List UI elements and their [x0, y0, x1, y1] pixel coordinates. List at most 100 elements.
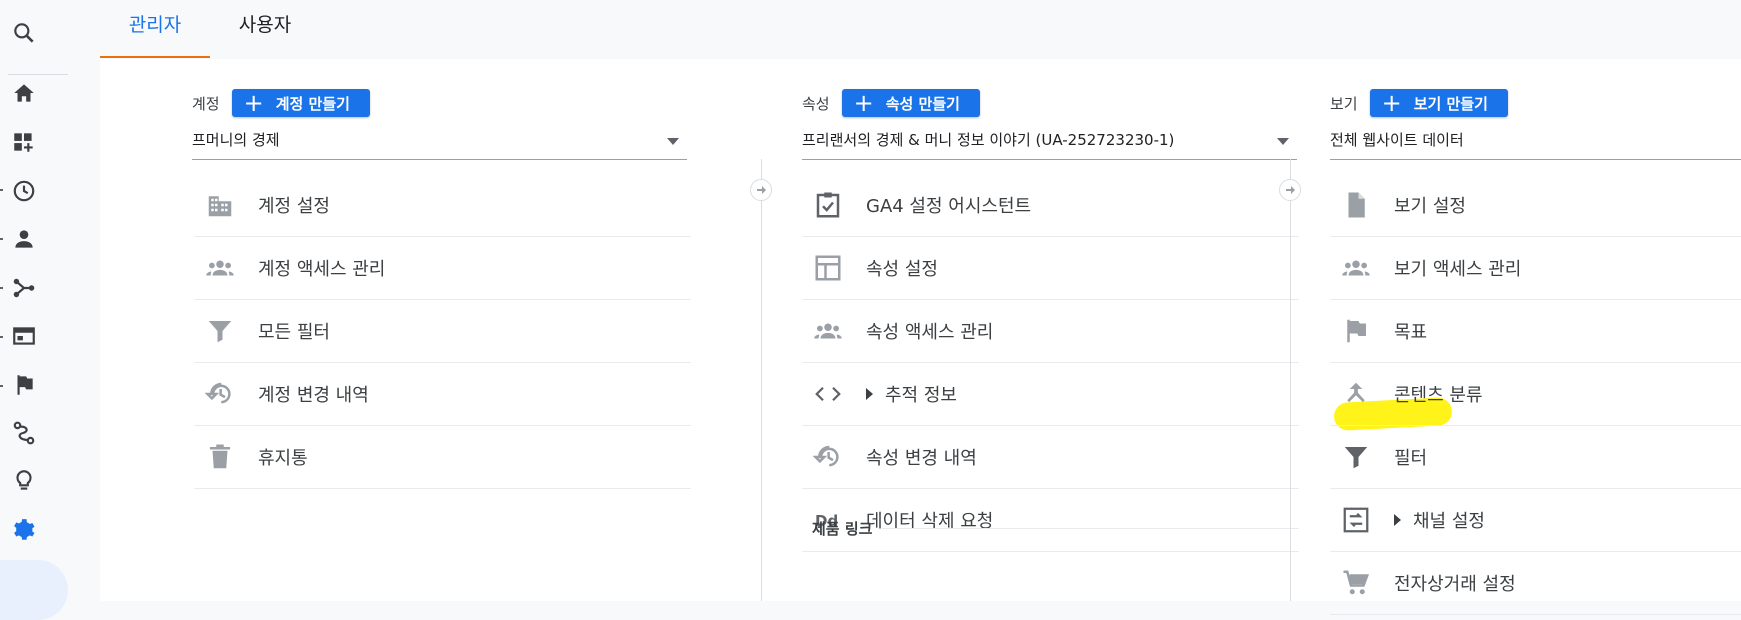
share-icon[interactable] [11, 275, 37, 301]
document-icon [1338, 187, 1374, 223]
view-header: 보기 + 보기 만들기 [1330, 89, 1508, 117]
product-links-heading: 제품 링크 [812, 520, 873, 538]
rail-indicator [0, 238, 3, 240]
view-menu: 보기 설정 보기 액세스 관리 목표 콘텐츠 분류 필터 채널 설정 전자상거래… [1330, 174, 1741, 615]
rail-indicator [0, 287, 3, 289]
tracking-info-item[interactable]: 추적 정보 [802, 363, 1299, 426]
item-label: 계정 변경 내역 [258, 385, 369, 406]
expand-triangle-icon[interactable] [1394, 514, 1401, 526]
route-icon[interactable] [11, 420, 37, 446]
person-icon[interactable] [11, 226, 37, 252]
column-divider [1290, 159, 1291, 601]
view-access-item[interactable]: 보기 액세스 관리 [1330, 237, 1741, 300]
view-settings-item[interactable]: 보기 설정 [1330, 174, 1741, 237]
account-label: 계정 [192, 94, 220, 113]
item-label: 속성 액세스 관리 [866, 322, 994, 343]
filter-icon [202, 313, 238, 349]
gear-icon[interactable] [10, 517, 36, 543]
ecommerce-settings-item[interactable]: 전자상거래 설정 [1330, 552, 1741, 615]
property-history-item[interactable]: 속성 변경 내역 [802, 426, 1299, 489]
item-label: 전자상거래 설정 [1394, 574, 1516, 595]
item-label: 계정 액세스 관리 [258, 259, 386, 280]
filters-item[interactable]: 필터 [1330, 426, 1741, 489]
all-filters-item[interactable]: 모든 필터 [194, 300, 691, 363]
item-label: 추적 정보 [885, 385, 957, 406]
dropdown-caret-icon [1277, 138, 1289, 145]
account-access-item[interactable]: 계정 액세스 관리 [194, 237, 691, 300]
ga4-setup-assistant-item[interactable]: GA4 설정 어시스턴트 [802, 174, 1299, 237]
merge-icon [1338, 376, 1374, 412]
people-icon [810, 313, 846, 349]
view-label: 보기 [1330, 94, 1358, 113]
trash-item[interactable]: 휴지통 [194, 426, 691, 489]
create-account-label: 계정 만들기 [275, 94, 350, 113]
people-icon [1338, 250, 1374, 286]
plus-icon: + [1381, 89, 1402, 117]
dropdown-caret-icon [667, 138, 679, 145]
content-grouping-item[interactable]: 콘텐츠 분류 [1330, 363, 1741, 426]
tab-user[interactable]: 사용자 [210, 0, 320, 58]
history-icon [202, 376, 238, 412]
trash-icon [202, 439, 238, 475]
expand-triangle-icon[interactable] [866, 388, 873, 400]
arrow-right-icon [750, 179, 772, 201]
flag-icon [1338, 313, 1374, 349]
rail-indicator [0, 336, 3, 338]
tab-admin[interactable]: 관리자 [100, 0, 210, 58]
column-divider [761, 159, 762, 601]
search-icon[interactable] [11, 20, 37, 46]
tab-label: 관리자 [128, 14, 182, 36]
item-label: 휴지통 [258, 448, 308, 469]
property-selected-value: 프리랜서의 경제 & 머니 정보 이야기 (UA-252723230-1) [802, 131, 1175, 149]
goals-item[interactable]: 목표 [1330, 300, 1741, 363]
create-account-button[interactable]: + 계정 만들기 [231, 89, 370, 117]
code-icon [810, 376, 846, 412]
view-selected-value: 전체 웹사이트 데이터 [1330, 131, 1464, 149]
admin-tabs: 관리자 사용자 [100, 0, 1741, 58]
account-history-item[interactable]: 계정 변경 내역 [194, 363, 691, 426]
data-deletion-item[interactable]: Dd 데이터 삭제 요청 [802, 489, 1299, 552]
view-icon[interactable] [11, 323, 37, 349]
channel-settings-item[interactable]: 채널 설정 [1330, 489, 1741, 552]
clock-icon[interactable] [11, 178, 37, 204]
tab-label: 사용자 [238, 14, 292, 36]
property-menu: GA4 설정 어시스턴트 속성 설정 속성 액세스 관리 추적 정보 속성 변경… [802, 174, 1299, 552]
people-icon [202, 250, 238, 286]
create-property-button[interactable]: + 속성 만들기 [841, 89, 980, 117]
plus-icon: + [243, 89, 264, 117]
account-select[interactable]: 프머니의 경제 [192, 129, 687, 160]
cart-icon [1338, 565, 1374, 601]
property-settings-item[interactable]: 속성 설정 [802, 237, 1299, 300]
admin-panel: 계정 + 계정 만들기 프머니의 경제 계정 설정 계정 액세스 관리 모든 필터… [100, 59, 1741, 615]
account-header: 계정 + 계정 만들기 [192, 89, 370, 117]
property-access-item[interactable]: 속성 액세스 관리 [802, 300, 1299, 363]
layout-icon [810, 250, 846, 286]
item-label: 목표 [1394, 322, 1428, 343]
rail-indicator [0, 189, 3, 191]
rail-divider [8, 74, 68, 75]
item-label: 속성 변경 내역 [866, 448, 977, 469]
property-header: 속성 + 속성 만들기 [802, 89, 980, 117]
item-label: 속성 설정 [866, 259, 938, 280]
item-label: 계정 설정 [258, 196, 330, 217]
view-select[interactable]: 전체 웹사이트 데이터 [1330, 129, 1741, 160]
channel-icon [1338, 502, 1374, 538]
history-icon [810, 439, 846, 475]
create-property-label: 속성 만들기 [885, 94, 960, 113]
create-view-label: 보기 만들기 [1413, 94, 1488, 113]
create-view-button[interactable]: + 보기 만들기 [1369, 89, 1508, 117]
item-label: 콘텐츠 분류 [1394, 385, 1483, 406]
account-settings-item[interactable]: 계정 설정 [194, 174, 691, 237]
building-icon [202, 187, 238, 223]
property-label: 속성 [802, 94, 830, 113]
property-select[interactable]: 프리랜서의 경제 & 머니 정보 이야기 (UA-252723230-1) [802, 129, 1297, 160]
item-label: 모든 필터 [258, 322, 330, 343]
rail-indicator [0, 385, 3, 387]
dashboard-add-icon[interactable] [11, 129, 37, 155]
item-label: 필터 [1394, 448, 1428, 469]
lightbulb-icon[interactable] [11, 468, 37, 494]
plus-icon: + [853, 89, 874, 117]
section-divider [882, 528, 1299, 529]
flag-icon[interactable] [11, 372, 37, 398]
home-icon[interactable] [11, 80, 37, 106]
